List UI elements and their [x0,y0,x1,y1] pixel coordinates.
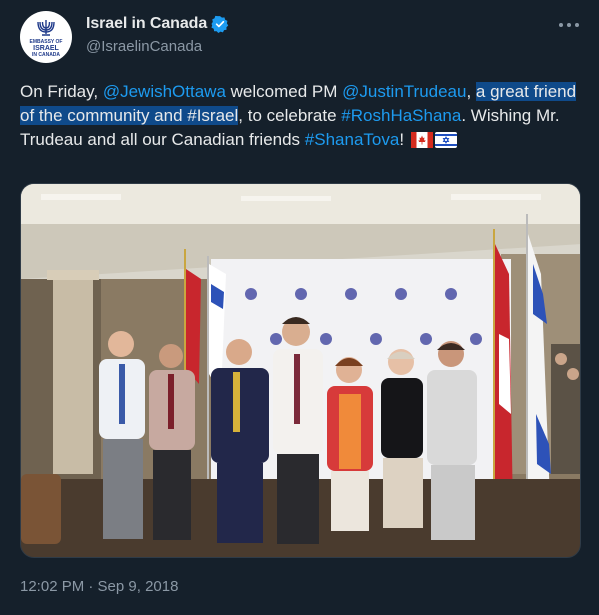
more-options-icon[interactable] [559,18,579,32]
menorah-icon [37,19,55,36]
tweet-text: On Friday, @JewishOttawa welcomed PM @Ju… [20,80,580,152]
display-name[interactable]: Israel in Canada [86,15,207,33]
avatar-line3: IN CANADA [31,51,61,58]
canada-flag-icon [410,132,433,148]
hashtag-roshhashana-link[interactable]: #RoshHaShana [341,106,461,125]
mention-jewishottawa-link[interactable]: @JewishOttawa [103,82,226,101]
tweet-photo[interactable] [20,183,581,558]
hashtag-shanatova-link[interactable]: #ShanaTova [305,130,400,149]
group-photo-image [21,184,580,557]
avatar-line2: ISRAEL [33,44,59,52]
handle[interactable]: @IsraelinCanada [86,38,202,55]
text-segment: On Friday, [20,82,103,101]
verified-badge-icon [211,15,229,33]
name-row: Israel in Canada [86,15,229,33]
text-segment: , to celebrate [238,106,342,125]
avatar[interactable]: EMBASSY OF ISRAEL IN CANADA [20,11,72,63]
text-segment: welcomed PM [225,82,343,101]
tweet-timestamp[interactable]: 12:02 PM · Sep 9, 2018 [20,578,178,595]
text-segment: , [466,82,476,101]
mention-justintrudeau-link[interactable]: @JustinTrudeau [342,82,466,101]
tweet-card: EMBASSY OF ISRAEL IN CANADA Israel in Ca… [0,0,599,615]
israel-flag-icon [434,132,457,148]
text-segment: ! [399,130,409,149]
